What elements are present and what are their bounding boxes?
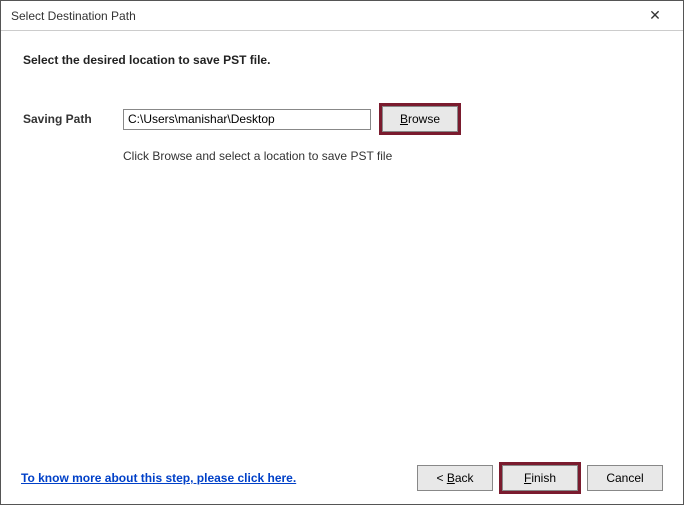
browse-highlight: Browse xyxy=(379,103,461,135)
close-icon: ✕ xyxy=(649,7,661,24)
saving-path-label: Saving Path xyxy=(23,112,115,126)
finish-highlight: Finish xyxy=(499,462,581,494)
content-area: Select the desired location to save PST … xyxy=(1,31,683,452)
cancel-button[interactable]: Cancel xyxy=(587,465,663,491)
saving-path-input[interactable] xyxy=(123,109,371,130)
browse-button[interactable]: Browse xyxy=(382,106,458,132)
instruction-heading: Select the desired location to save PST … xyxy=(23,53,661,67)
footer: To know more about this step, please cli… xyxy=(1,452,683,504)
finish-button[interactable]: Finish xyxy=(502,465,578,491)
help-link[interactable]: To know more about this step, please cli… xyxy=(21,471,296,485)
close-button[interactable]: ✕ xyxy=(635,2,675,30)
hint-text: Click Browse and select a location to sa… xyxy=(123,149,661,163)
dialog-window: Select Destination Path ✕ Select the des… xyxy=(0,0,684,505)
window-title: Select Destination Path xyxy=(11,9,635,23)
titlebar: Select Destination Path ✕ xyxy=(1,1,683,31)
saving-path-row: Saving Path Browse xyxy=(23,103,661,135)
back-button[interactable]: < Back xyxy=(417,465,493,491)
